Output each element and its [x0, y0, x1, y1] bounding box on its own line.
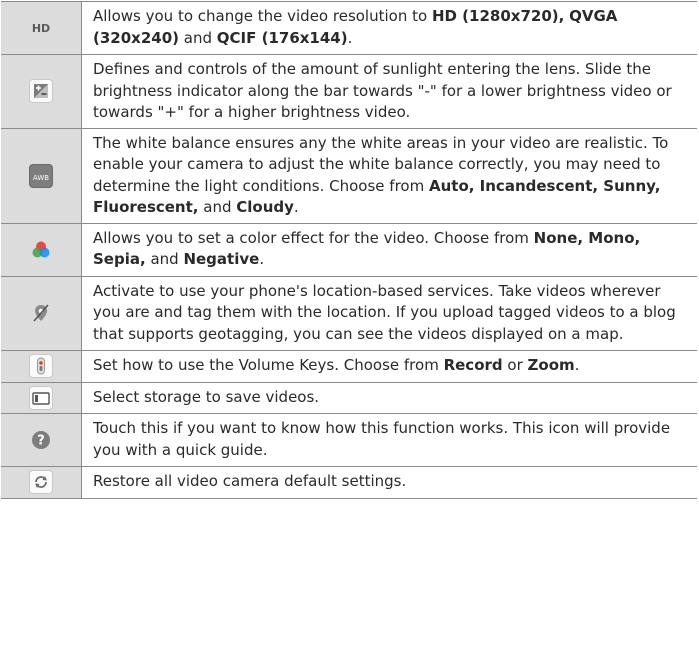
option-emphasis: HD (1280x720),	[431, 7, 565, 25]
table-row: HD Allows you to change the video resolut…	[1, 1, 697, 55]
description-text: Activate to use your phone's location-ba…	[93, 281, 676, 343]
description-text: Defines and controls of the amount of su…	[93, 60, 672, 121]
description-text: .	[347, 28, 353, 47]
description-text: or	[502, 356, 528, 374]
description-text: .	[259, 250, 265, 268]
description-cell: Set how to use the Volume Keys. Choose f…	[81, 350, 697, 383]
option-emphasis: Negative	[183, 250, 260, 268]
option-emphasis: Cloudy	[236, 198, 294, 216]
description-text: Allows you to set a color effect for the…	[93, 228, 534, 247]
description-cell: Allows you to change the video resolutio…	[81, 1, 697, 55]
table-row: Restore all video camera default setting…	[1, 466, 697, 499]
svg-text:?: ?	[37, 434, 45, 449]
description-text: Allows you to change the video resolutio…	[93, 7, 432, 25]
icon-cell	[1, 350, 82, 383]
icon-cell: ?	[1, 413, 82, 467]
brightness-icon	[30, 80, 52, 103]
table-row: ? Touch this if you want to know how this…	[1, 413, 697, 467]
icon-cell: AWB	[1, 127, 82, 224]
table-row: AWB The white balance ensures any the whi…	[1, 127, 697, 224]
description-text: and	[145, 250, 184, 268]
description-text: Select storage to save videos.	[93, 387, 320, 406]
storage-icon	[30, 386, 52, 409]
geotag-icon	[30, 302, 52, 324]
description-cell: Touch this if you want to know how this …	[81, 413, 697, 467]
icon-cell	[1, 222, 82, 277]
icon-cell: HD	[1, 1, 82, 55]
color-effect-icon	[30, 239, 52, 261]
reset-icon	[30, 471, 52, 494]
description-text: .	[574, 356, 580, 374]
hd-icon: HD	[26, 17, 56, 39]
settings-table: HD Allows you to change the video resolut…	[1, 1, 697, 499]
description-text: and	[179, 28, 217, 47]
description-cell: Activate to use your phone's location-ba…	[81, 275, 697, 351]
description-cell: Restore all video camera default setting…	[81, 466, 697, 499]
description-cell: The white balance ensures any the white …	[81, 127, 697, 224]
description-text: Touch this if you want to know how this …	[93, 419, 671, 459]
option-emphasis: Record	[443, 356, 503, 374]
description-cell: Select storage to save videos.	[81, 381, 697, 414]
icon-cell	[1, 466, 82, 499]
description-text: .	[293, 198, 299, 216]
table-row: Activate to use your phone's location-ba…	[1, 275, 697, 351]
icon-cell	[1, 381, 82, 414]
option-emphasis: QCIF (176x144)	[216, 28, 348, 47]
icon-cell	[1, 54, 82, 129]
table-row: Defines and controls of the amount of su…	[1, 54, 697, 129]
hd-label: HD	[31, 22, 51, 35]
table-row: Allows you to set a color effect for the…	[1, 222, 697, 277]
description-cell: Defines and controls of the amount of su…	[81, 54, 697, 129]
awb-icon: AWB	[30, 164, 52, 187]
volume-key-icon	[30, 355, 52, 378]
help-icon: ?	[30, 429, 52, 451]
table-row: Select storage to save videos.	[1, 381, 697, 414]
description-text: Set how to use the Volume Keys. Choose f…	[93, 356, 444, 374]
option-emphasis: Zoom	[527, 356, 575, 374]
description-text: Restore all video camera default setting…	[93, 472, 407, 490]
icon-cell	[1, 275, 82, 351]
table-row: Set how to use the Volume Keys. Choose f…	[1, 350, 697, 383]
description-cell: Allows you to set a color effect for the…	[81, 222, 697, 277]
awb-label: AWB	[32, 173, 50, 182]
description-text: and	[198, 198, 237, 216]
